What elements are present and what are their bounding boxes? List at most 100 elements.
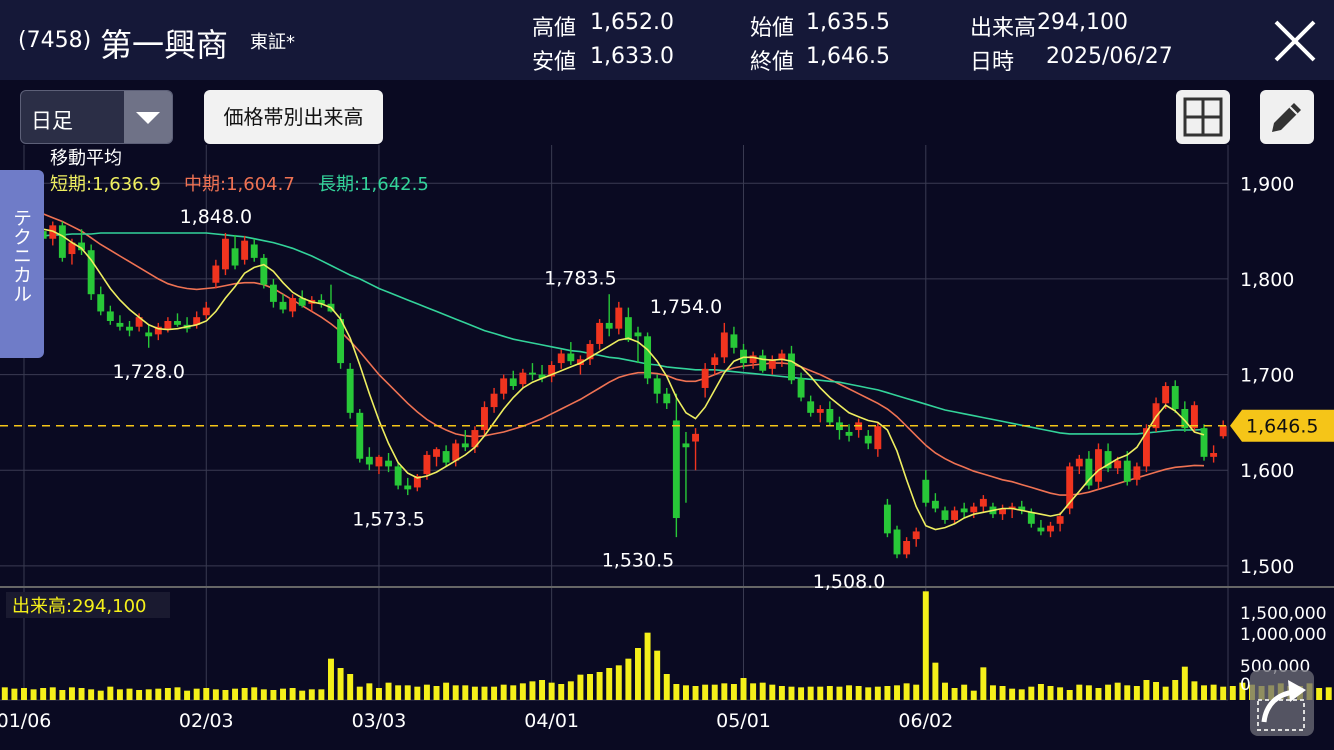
- volume-bar: [1, 687, 8, 700]
- volume-bar: [1114, 682, 1121, 700]
- fullscreen-button[interactable]: [1250, 670, 1314, 736]
- volume-bar: [903, 683, 910, 700]
- price-annotation: 1,573.5: [352, 509, 425, 531]
- candle: [1200, 428, 1208, 457]
- candle: [442, 451, 450, 463]
- volume-bar: [212, 689, 219, 700]
- close-icon[interactable]: [1268, 14, 1322, 68]
- draw-button[interactable]: [1260, 90, 1314, 144]
- candle: [941, 510, 949, 520]
- candle: [596, 322, 604, 344]
- date-tick-label: 01/06: [0, 710, 51, 732]
- volume-bar: [932, 662, 939, 700]
- volume-tick-label: 1,500,000: [1240, 604, 1327, 624]
- volume-bar: [894, 685, 900, 700]
- candle: [269, 284, 277, 302]
- candle: [692, 433, 700, 442]
- candle: [375, 456, 383, 467]
- candle: [970, 506, 978, 513]
- volume-bar: [164, 688, 171, 700]
- volume-profile-button[interactable]: 価格帯別出来高: [204, 90, 383, 144]
- volume-bar: [548, 682, 555, 700]
- candle: [145, 332, 153, 337]
- candle: [461, 443, 469, 448]
- candle: [509, 378, 517, 387]
- volume-bar: [203, 688, 210, 700]
- low-value: 1,633.0: [590, 44, 674, 69]
- candle: [778, 353, 786, 360]
- volume-bar: [328, 658, 334, 700]
- grid-icon: [1183, 97, 1223, 137]
- candle: [1095, 449, 1102, 482]
- technical-tab[interactable]: テクニカル: [0, 170, 44, 358]
- candle: [250, 244, 258, 258]
- candle: [423, 454, 431, 475]
- candle: [241, 240, 249, 260]
- ma-legend-title: 移動平均: [50, 148, 122, 169]
- high-label: 高値: [532, 16, 577, 41]
- candle: [1037, 527, 1045, 532]
- candle: [883, 504, 891, 534]
- date-tick-label: 03/03: [352, 710, 407, 732]
- candle: [528, 372, 536, 375]
- candle: [1056, 516, 1064, 524]
- volume-bar: [184, 690, 191, 700]
- candle: [481, 407, 488, 431]
- volume-bar: [587, 674, 593, 700]
- volume-bar: [663, 674, 670, 700]
- volume-bar: [318, 689, 325, 700]
- volume-bar: [260, 689, 267, 700]
- candle: [807, 401, 815, 413]
- volume-bar: [596, 672, 603, 700]
- volume-bar: [1047, 686, 1054, 700]
- candle: [903, 541, 911, 555]
- volume-bar: [1095, 688, 1102, 700]
- volume-bar: [519, 683, 526, 700]
- candle: [1219, 425, 1227, 437]
- volume-bar: [999, 686, 1006, 700]
- price-tick-label: 1,700: [1240, 365, 1294, 387]
- volume-bar: [1124, 685, 1131, 700]
- candle: [1047, 525, 1054, 532]
- date-label: 日時: [970, 50, 1015, 75]
- candle: [289, 298, 297, 312]
- volume-bar: [414, 686, 421, 700]
- candle: [202, 307, 210, 316]
- volume-bar: [193, 688, 200, 700]
- volume-bar: [798, 687, 805, 700]
- volume-bar: [500, 684, 507, 700]
- candle: [634, 332, 642, 337]
- volume-bar: [539, 680, 546, 700]
- ma-mid-legend: 中期:1,604.7: [184, 174, 295, 195]
- date-value: 2025/06/27: [1046, 44, 1173, 69]
- volume-bar: [1076, 684, 1083, 700]
- date-tick-label: 05/01: [716, 710, 771, 732]
- grid-layout-button[interactable]: [1176, 90, 1230, 144]
- volume-bar: [635, 648, 641, 700]
- chevron-down-icon[interactable]: [124, 91, 172, 143]
- volume-bar: [558, 684, 565, 700]
- date-tick-label: 04/01: [524, 710, 579, 732]
- candle: [106, 311, 114, 321]
- volume-bar: [1316, 688, 1323, 700]
- candle: [394, 466, 402, 486]
- candle: [1171, 386, 1179, 409]
- volume-bar: [654, 650, 661, 700]
- candle: [711, 357, 719, 365]
- candle: [452, 443, 460, 461]
- candle: [615, 307, 623, 329]
- volume-bar: [826, 686, 833, 700]
- candle: [1027, 512, 1035, 524]
- ma-long-line: [4, 232, 1205, 435]
- volume-bar: [116, 689, 123, 700]
- price-annotation: 1,728.0: [112, 361, 185, 383]
- volume-bar: [1229, 686, 1236, 700]
- candle: [1162, 386, 1170, 404]
- volume-bar: [222, 690, 229, 700]
- period-select[interactable]: 日足: [20, 90, 173, 144]
- header-bar: (7458) 第一興商 東証* 高値 1,652.0 安値 1,633.0 始値…: [0, 0, 1334, 80]
- volume-tick-label: 1,000,000: [1240, 625, 1327, 645]
- period-select-value: 日足: [31, 109, 73, 133]
- price-tick-label: 1,800: [1240, 269, 1294, 291]
- price-annotation: 1,754.0: [650, 296, 723, 318]
